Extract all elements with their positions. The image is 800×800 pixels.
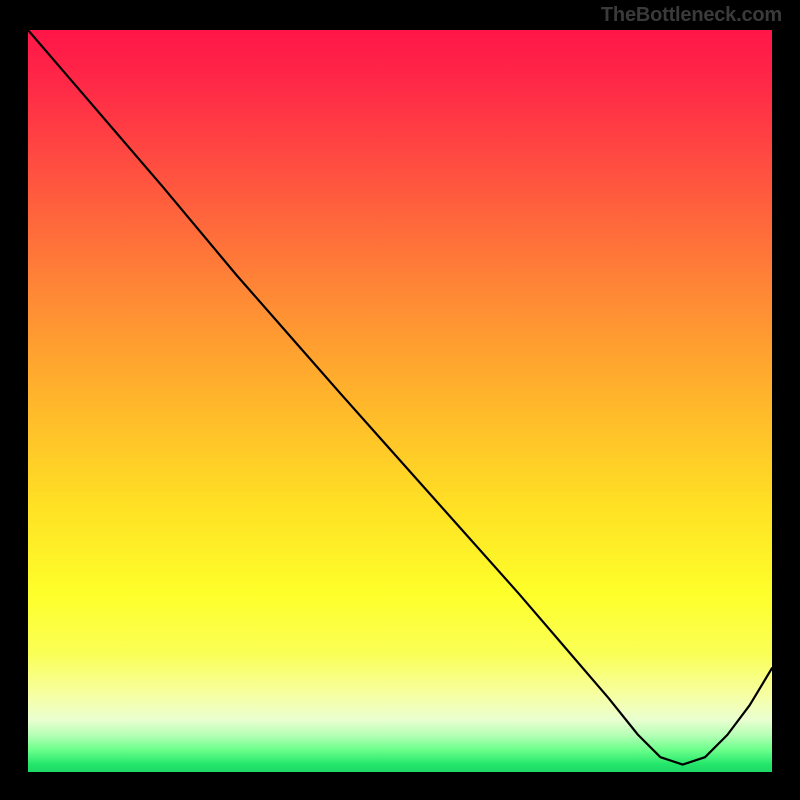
attribution-text: TheBottleneck.com bbox=[601, 4, 782, 27]
chart-wrapper: TheBottleneck.com bbox=[0, 0, 800, 800]
line-chart-svg bbox=[28, 30, 772, 772]
plot-area bbox=[28, 30, 772, 772]
chart-line bbox=[28, 30, 772, 765]
